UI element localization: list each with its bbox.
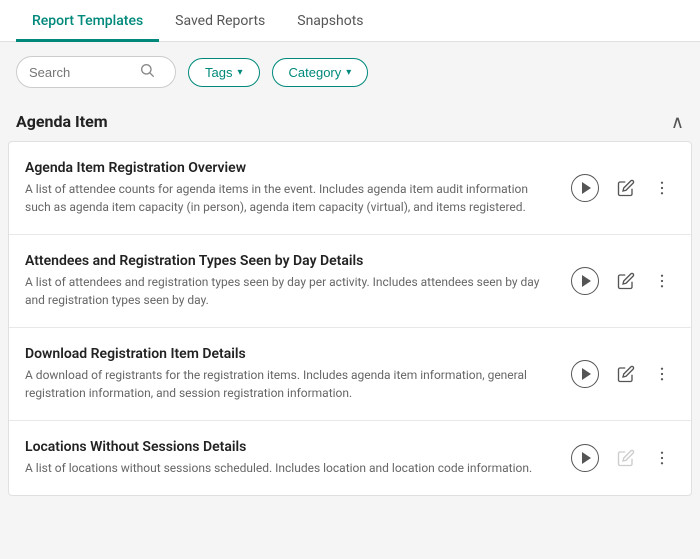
pencil-icon (617, 272, 635, 290)
tags-filter-button[interactable]: Tags ▾ (188, 58, 260, 87)
report-list: Agenda Item Registration Overview A list… (8, 141, 692, 496)
report-desc: A download of registrants for the regist… (25, 366, 551, 402)
play-button[interactable] (567, 356, 603, 392)
report-info: Locations Without Sessions Details A lis… (25, 439, 567, 477)
edit-button (613, 445, 639, 471)
more-icon (653, 449, 671, 467)
pencil-icon (617, 179, 635, 197)
more-icon (653, 365, 671, 383)
play-circle-icon (571, 360, 599, 388)
report-actions (567, 356, 675, 392)
pencil-icon (617, 449, 635, 467)
report-name: Agenda Item Registration Overview (25, 160, 551, 176)
report-desc: A list of locations without sessions sch… (25, 459, 551, 477)
report-actions (567, 440, 675, 476)
more-button[interactable] (649, 268, 675, 294)
pencil-icon (617, 365, 635, 383)
play-triangle-icon (582, 368, 591, 380)
tags-chevron-icon: ▾ (237, 67, 242, 78)
section-header: Agenda Item ∧ (0, 102, 700, 141)
play-button[interactable] (567, 170, 603, 206)
tab-report-templates[interactable]: Report Templates (16, 3, 159, 42)
tab-saved-reports[interactable]: Saved Reports (159, 3, 281, 42)
play-triangle-icon (582, 182, 591, 194)
play-circle-icon (571, 267, 599, 295)
report-info: Agenda Item Registration Overview A list… (25, 160, 567, 216)
play-triangle-icon (582, 452, 591, 464)
more-icon (653, 179, 671, 197)
more-button[interactable] (649, 445, 675, 471)
search-icon (139, 62, 155, 82)
category-chevron-icon: ▾ (346, 67, 351, 78)
tab-snapshots[interactable]: Snapshots (281, 3, 379, 42)
play-button[interactable] (567, 440, 603, 476)
category-label: Category (289, 65, 342, 80)
report-actions (567, 170, 675, 206)
report-actions (567, 263, 675, 299)
edit-button[interactable] (613, 175, 639, 201)
play-circle-icon (571, 444, 599, 472)
edit-button[interactable] (613, 268, 639, 294)
table-row: Agenda Item Registration Overview A list… (9, 142, 691, 235)
report-name: Locations Without Sessions Details (25, 439, 551, 455)
table-row: Locations Without Sessions Details A lis… (9, 421, 691, 495)
search-box[interactable] (16, 56, 176, 88)
report-desc: A list of attendees and registration typ… (25, 273, 551, 309)
play-triangle-icon (582, 275, 591, 287)
play-circle-icon (571, 174, 599, 202)
tags-label: Tags (205, 65, 232, 80)
more-button[interactable] (649, 361, 675, 387)
section-title: Agenda Item (16, 112, 108, 131)
tab-bar: Report Templates Saved Reports Snapshots (0, 0, 700, 42)
report-info: Download Registration Item Details A dow… (25, 346, 567, 402)
report-name: Download Registration Item Details (25, 346, 551, 362)
report-info: Attendees and Registration Types Seen by… (25, 253, 567, 309)
category-filter-button[interactable]: Category ▾ (272, 58, 369, 87)
more-icon (653, 272, 671, 290)
toolbar: Tags ▾ Category ▾ (0, 42, 700, 102)
report-name: Attendees and Registration Types Seen by… (25, 253, 551, 269)
table-row: Attendees and Registration Types Seen by… (9, 235, 691, 328)
play-button[interactable] (567, 263, 603, 299)
edit-button[interactable] (613, 361, 639, 387)
report-desc: A list of attendee counts for agenda ite… (25, 180, 551, 216)
more-button[interactable] (649, 175, 675, 201)
collapse-button[interactable]: ∧ (671, 113, 684, 131)
table-row: Download Registration Item Details A dow… (9, 328, 691, 421)
search-input[interactable] (29, 65, 139, 80)
